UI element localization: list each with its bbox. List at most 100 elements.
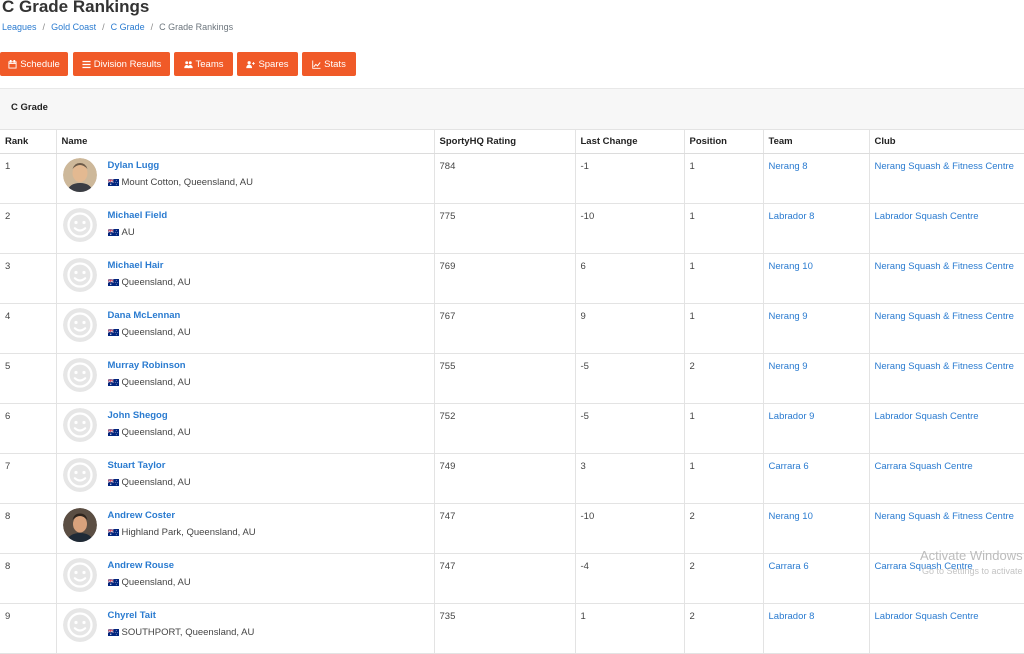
- player: Michael Field AU: [62, 208, 429, 242]
- team-link[interactable]: Labrador 9: [769, 411, 815, 422]
- player-name-link[interactable]: Murray Robinson: [108, 360, 191, 371]
- team-link[interactable]: Nerang 9: [769, 361, 808, 372]
- breadcrumb-gold-coast[interactable]: Gold Coast: [51, 22, 96, 32]
- player-info: Stuart Taylor Queensland, AU: [107, 458, 191, 488]
- team-cell: Nerang 10: [763, 253, 870, 304]
- breadcrumb-c-grade[interactable]: C Grade: [111, 22, 145, 32]
- player-location: SOUTHPORT, Queensland, AU: [107, 627, 255, 638]
- player-name-link[interactable]: Dylan Lugg: [108, 160, 254, 171]
- club-link[interactable]: Nerang Squash & Fitness Centre: [875, 261, 1014, 272]
- column-header-club[interactable]: Club: [869, 129, 1024, 154]
- column-header-team[interactable]: Team: [763, 129, 870, 154]
- table-row: 1 Dylan Lugg Mount Cotton, Queensland, AU 7…: [0, 153, 1024, 204]
- rank-cell: 2: [0, 203, 57, 254]
- location-text: SOUTHPORT, Queensland, AU: [121, 627, 255, 638]
- team-link[interactable]: Nerang 8: [769, 161, 808, 172]
- column-header-rank[interactable]: Rank: [0, 129, 57, 154]
- teams-button[interactable]: Teams: [174, 52, 233, 76]
- club-cell: Nerang Squash & Fitness Centre: [869, 303, 1024, 354]
- club-link[interactable]: Labrador Squash Centre: [875, 611, 979, 622]
- avatar[interactable]: [62, 358, 97, 392]
- column-header-rating[interactable]: SportyHQ Rating: [434, 129, 576, 154]
- avatar[interactable]: [62, 208, 97, 242]
- team-link[interactable]: Nerang 10: [769, 261, 813, 272]
- team-link[interactable]: Nerang 10: [769, 511, 813, 522]
- avatar[interactable]: [62, 608, 97, 642]
- team-link[interactable]: Labrador 8: [769, 611, 815, 622]
- name-cell: Michael Hair Queensland, AU: [56, 253, 435, 304]
- australia-flag-icon: [107, 529, 119, 536]
- rank-cell: 1: [0, 153, 57, 204]
- section-title: C Grade: [11, 102, 48, 113]
- last-change-cell: 3: [575, 453, 685, 504]
- name-cell: Murray Robinson Queensland, AU: [56, 353, 435, 404]
- club-cell: Carrara Squash Centre: [869, 553, 1024, 604]
- team-link[interactable]: Nerang 9: [769, 311, 808, 322]
- player-name-link[interactable]: Michael Hair: [108, 260, 191, 271]
- australia-flag-icon: [107, 279, 119, 286]
- column-header-name[interactable]: Name: [56, 129, 435, 154]
- player-name-link[interactable]: Andrew Coster: [108, 510, 256, 521]
- rating-cell: 749: [434, 453, 576, 504]
- club-link[interactable]: Labrador Squash Centre: [875, 411, 979, 422]
- team-link[interactable]: Carrara 6: [769, 461, 809, 472]
- team-cell: Nerang 8: [763, 153, 870, 204]
- table-body: 1 Dylan Lugg Mount Cotton, Queensland, AU 7…: [0, 153, 1024, 654]
- name-cell: Andrew Coster Highland Park, Queensland, …: [56, 503, 435, 554]
- column-header-last-change[interactable]: Last Change: [575, 129, 685, 154]
- team-link[interactable]: Carrara 6: [769, 561, 809, 572]
- avatar[interactable]: [62, 558, 97, 592]
- avatar[interactable]: [62, 258, 97, 292]
- club-link[interactable]: Labrador Squash Centre: [875, 211, 979, 222]
- player-location: Highland Park, Queensland, AU: [107, 527, 256, 538]
- stats-button[interactable]: Stats: [302, 52, 356, 76]
- australia-flag-icon: [107, 579, 119, 586]
- team-cell: Carrara 6: [763, 553, 870, 604]
- player-name-link[interactable]: Stuart Taylor: [108, 460, 191, 471]
- last-change-cell: -1: [575, 153, 685, 204]
- player-location: Mount Cotton, Queensland, AU: [107, 177, 253, 188]
- player-location: Queensland, AU: [107, 477, 191, 488]
- users-icon: [183, 60, 193, 68]
- australia-flag-icon: [107, 329, 119, 336]
- breadcrumb-current: C Grade Rankings: [159, 22, 234, 32]
- player-name-link[interactable]: Dana McLennan: [108, 310, 191, 321]
- breadcrumb-leagues[interactable]: Leagues: [2, 22, 37, 32]
- club-link[interactable]: Carrara Squash Centre: [875, 461, 973, 472]
- name-cell: Dylan Lugg Mount Cotton, Queensland, AU: [56, 153, 435, 204]
- club-link[interactable]: Nerang Squash & Fitness Centre: [875, 361, 1014, 372]
- team-link[interactable]: Labrador 8: [769, 211, 815, 222]
- table-row: 6 John Shegog Queensland, AU 752 -5 1 Labrador…: [0, 403, 1024, 454]
- breadcrumb-separator: /: [102, 22, 105, 32]
- club-link[interactable]: Nerang Squash & Fitness Centre: [875, 161, 1014, 172]
- club-cell: Nerang Squash & Fitness Centre: [869, 153, 1024, 204]
- location-text: AU: [121, 227, 135, 238]
- avatar[interactable]: [62, 158, 97, 192]
- table-row: 4 Dana McLennan Queensland, AU 767 9 1 Nerang …: [0, 303, 1024, 354]
- spares-button[interactable]: Spares: [237, 52, 298, 76]
- team-cell: Labrador 8: [763, 603, 870, 654]
- position-cell: 2: [684, 603, 764, 654]
- breadcrumb-separator: /: [42, 22, 46, 32]
- player-location: Queensland, AU: [107, 327, 191, 338]
- rank-cell: 4: [0, 303, 57, 354]
- column-header-position[interactable]: Position: [684, 129, 764, 154]
- rankings-table: Rank Name SportyHQ Rating Last Change Po…: [0, 129, 1024, 654]
- australia-flag-icon: [107, 429, 119, 436]
- table-row: 8 Andrew Rouse Queensland, AU 747 -4 2 Carrara…: [0, 553, 1024, 604]
- position-cell: 1: [684, 453, 764, 504]
- club-link[interactable]: Carrara Squash Centre: [875, 561, 973, 572]
- club-link[interactable]: Nerang Squash & Fitness Centre: [875, 511, 1014, 522]
- avatar[interactable]: [62, 458, 97, 492]
- avatar[interactable]: [62, 508, 97, 542]
- player-name-link[interactable]: John Shegog: [108, 410, 191, 421]
- player-name-link[interactable]: Chyrel Tait: [108, 610, 255, 621]
- schedule-button[interactable]: Schedule: [0, 52, 68, 76]
- division-results-button[interactable]: Division Results: [73, 52, 170, 76]
- avatar[interactable]: [62, 408, 97, 442]
- avatar[interactable]: [62, 308, 97, 342]
- player-name-link[interactable]: Michael Field: [108, 210, 168, 221]
- club-link[interactable]: Nerang Squash & Fitness Centre: [875, 311, 1014, 322]
- player-name-link[interactable]: Andrew Rouse: [108, 560, 191, 571]
- rating-cell: 784: [434, 153, 576, 204]
